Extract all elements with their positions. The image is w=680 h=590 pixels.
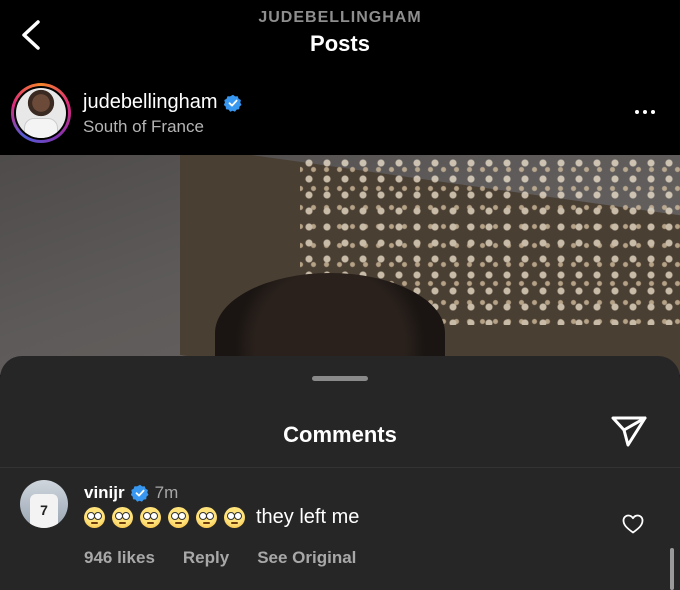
share-button[interactable] — [610, 414, 648, 448]
post-location[interactable]: South of France — [83, 117, 204, 137]
comment-timestamp: 7m — [154, 483, 179, 502]
sheet-drag-handle[interactable] — [312, 376, 368, 381]
more-options-button[interactable] — [630, 106, 660, 118]
rolling-eyes-emoji-icon — [196, 507, 217, 528]
comment-text: they left me — [256, 506, 360, 528]
heart-outline-icon — [622, 514, 644, 534]
comment-item: 7 vinijr 7m they left me 946 likes Reply… — [0, 468, 680, 590]
post-header: judebellingham South of France — [0, 78, 680, 155]
profile-owner-label: JUDEBELLINGHAM — [258, 9, 422, 26]
scrollbar[interactable] — [670, 548, 674, 590]
see-original-button[interactable]: See Original — [257, 548, 356, 568]
comments-title: Comments — [283, 422, 397, 447]
verified-badge-icon — [223, 94, 242, 112]
rolling-eyes-emoji-icon — [168, 507, 189, 528]
page-title: Posts — [310, 31, 370, 56]
post-image[interactable] — [0, 155, 680, 375]
rolling-eyes-emoji-icon — [112, 507, 133, 528]
rolling-eyes-emoji-icon — [224, 507, 245, 528]
comment-likes-count[interactable]: 946 likes — [84, 548, 155, 568]
comment-header: vinijr 7m — [84, 483, 178, 503]
like-comment-button[interactable] — [622, 514, 644, 534]
comments-sheet: Comments 7 vinijr 7m they left me 946 li… — [0, 356, 680, 590]
reply-button[interactable]: Reply — [183, 548, 229, 568]
paper-plane-icon — [611, 416, 647, 447]
commenter-username[interactable]: vinijr — [84, 483, 125, 503]
verified-badge-icon — [130, 484, 149, 502]
rolling-eyes-emoji-icon — [84, 507, 105, 528]
commenter-avatar[interactable]: 7 — [20, 480, 68, 528]
comment-body: they left me — [84, 506, 359, 529]
author-username-row[interactable]: judebellingham — [83, 91, 242, 114]
rolling-eyes-emoji-icon — [140, 507, 161, 528]
author-avatar[interactable] — [11, 83, 71, 143]
comment-actions: 946 likes Reply See Original — [84, 548, 356, 568]
author-username[interactable]: judebellingham — [83, 91, 218, 114]
top-navigation-bar: JUDEBELLINGHAM Posts — [0, 0, 680, 78]
more-horizontal-icon — [635, 110, 639, 114]
